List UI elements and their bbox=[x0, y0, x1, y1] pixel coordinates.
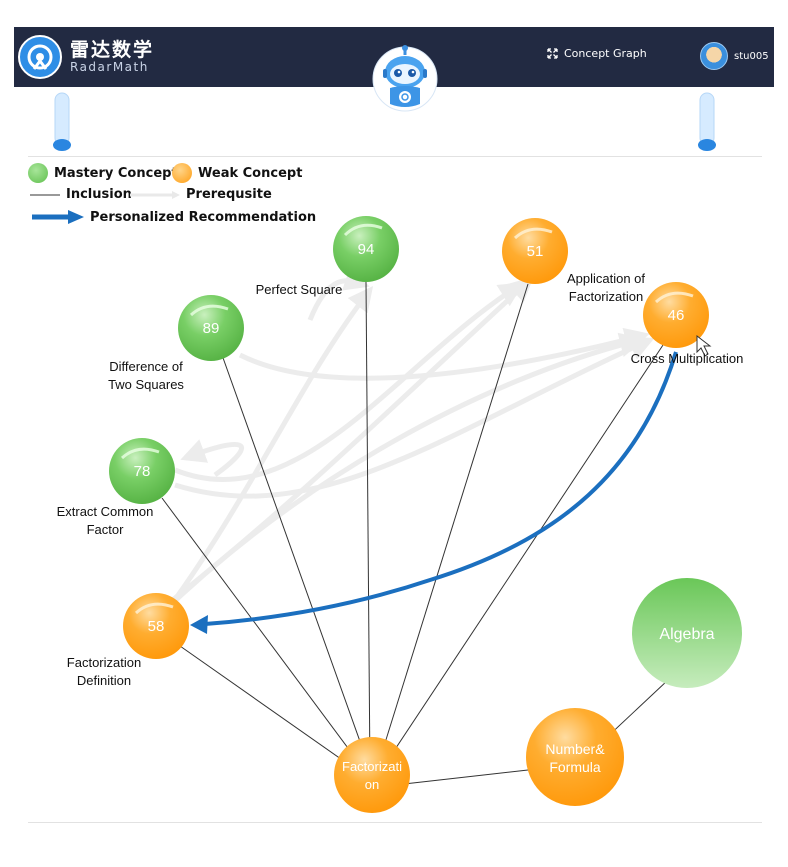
label-perfect-square: Perfect Square bbox=[255, 282, 343, 297]
node-score: 51 bbox=[527, 243, 544, 260]
node-score: 58 bbox=[148, 618, 165, 635]
node-score: 46 bbox=[668, 307, 685, 324]
node-difference-of-squares[interactable]: 89 bbox=[178, 295, 244, 361]
label-extract-common-factor: Extract Common Factor bbox=[56, 504, 154, 537]
label-difference-of-squares: Difference of Two Squares bbox=[108, 359, 184, 392]
inclusion-edges bbox=[161, 281, 669, 785]
recommendation-arrow bbox=[190, 351, 678, 634]
node-score: 94 bbox=[358, 241, 375, 258]
label-number-formula: Number& Formula bbox=[545, 741, 605, 775]
concept-graph: 94 51 46 89 78 58 Algebra bbox=[109, 216, 742, 813]
node-score: 78 bbox=[134, 463, 151, 480]
node-perfect-square[interactable]: 94 bbox=[333, 216, 399, 282]
node-factorization-definition[interactable]: 58 bbox=[123, 593, 189, 659]
node-extract-common-factor[interactable]: 78 bbox=[109, 438, 175, 504]
label-cross-multiplication: Cross Multiplication bbox=[630, 351, 744, 366]
node-score: 89 bbox=[203, 320, 220, 337]
node-algebra[interactable]: Algebra bbox=[632, 578, 742, 688]
label-factorization-definition: Factorization Definition bbox=[66, 655, 142, 688]
label-application: Application of Factorization bbox=[566, 271, 646, 304]
node-algebra-label: Algebra bbox=[659, 626, 714, 643]
label-factorization: Factorization bbox=[342, 759, 402, 792]
